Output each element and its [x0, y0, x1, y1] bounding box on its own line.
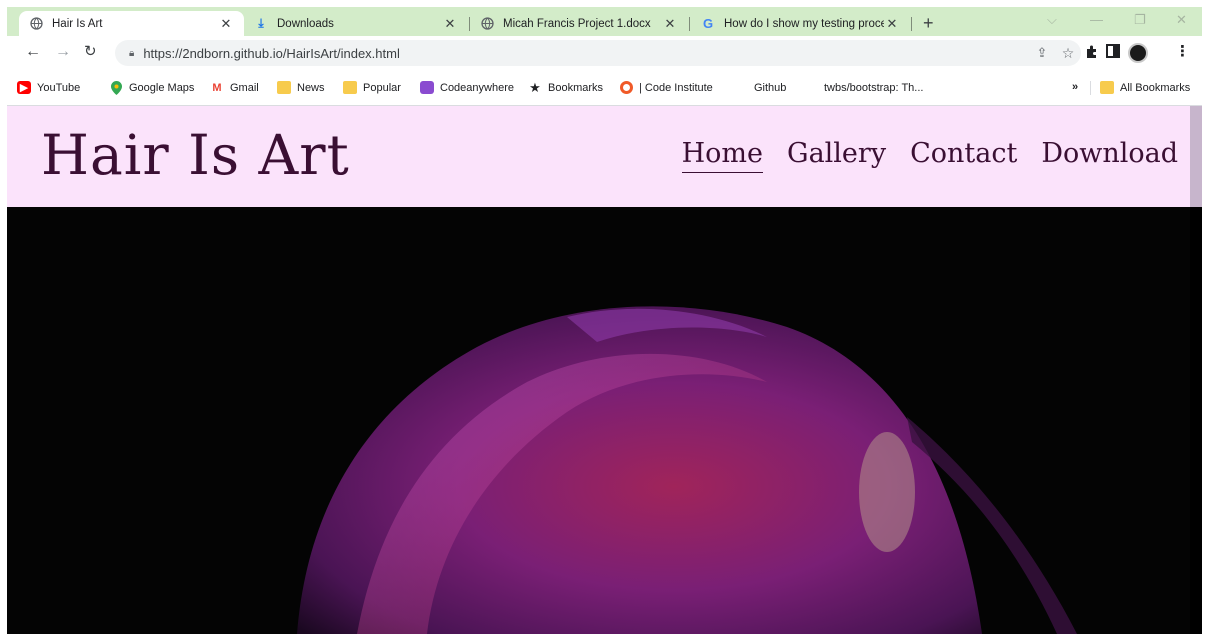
- bookmark-star-icon[interactable]: ☆: [1055, 45, 1081, 62]
- site-header: Hair Is Art Home Gallery Contact Downloa…: [7, 106, 1190, 207]
- page-viewport: Hair Is Art Home Gallery Contact Downloa…: [7, 106, 1202, 634]
- profile-avatar[interactable]: [1128, 43, 1148, 63]
- blank-icon: [734, 81, 748, 94]
- bookmark-gmail[interactable]: M Gmail: [210, 81, 259, 94]
- close-icon[interactable]: ✕: [218, 16, 234, 32]
- tab-micah-francis-project[interactable]: Micah Francis Project 1.docx ✕: [470, 11, 688, 36]
- tab-strip: Hair Is Art ✕ ⤓ Downloads ✕ Micah Franci…: [7, 7, 1202, 36]
- browser-toolbar: ← → ↻ 🔒︎ https://2ndborn.github.io/HairI…: [7, 36, 1202, 69]
- bookmark-label: Google Maps: [129, 81, 195, 94]
- bookmark-label: twbs/bootstrap: Th...: [824, 81, 924, 94]
- all-bookmarks-button[interactable]: All Bookmarks: [1100, 81, 1190, 94]
- bookmark-label: YouTube: [37, 81, 81, 94]
- bookmark-label: News: [297, 81, 325, 94]
- hero-image: [7, 207, 1190, 634]
- site-logo-title[interactable]: Hair Is Art: [41, 123, 350, 187]
- download-icon: ⤓: [258, 16, 264, 30]
- close-icon[interactable]: ✕: [442, 16, 458, 32]
- nav-link-contact[interactable]: Contact: [910, 138, 1017, 173]
- folder-icon: [1100, 81, 1114, 94]
- maps-pin-icon: [109, 80, 123, 95]
- tab-title: Hair Is Art: [52, 17, 103, 30]
- tab-separator: [689, 17, 690, 31]
- browser-window: Hair Is Art ✕ ⤓ Downloads ✕ Micah Franci…: [7, 7, 1202, 634]
- star-icon: ★: [529, 79, 541, 95]
- close-icon[interactable]: ✕: [662, 16, 678, 32]
- site-nav: Home Gallery Contact Download: [681, 138, 1178, 173]
- hero-hair-photo: [7, 207, 1190, 634]
- folder-icon: [343, 81, 357, 94]
- extensions-puzzle-icon[interactable]: [1085, 44, 1100, 63]
- more-menu-icon[interactable]: ⋮: [1175, 44, 1190, 60]
- bookmark-label: Codeanywhere: [440, 81, 514, 94]
- bookmark-codeanywhere[interactable]: Codeanywhere: [420, 81, 514, 94]
- tab-title: Downloads: [277, 17, 334, 30]
- scrollbar-thumb[interactable]: [1190, 106, 1202, 207]
- bookmark-twbs-bootstrap[interactable]: twbs/bootstrap: Th...: [804, 81, 923, 94]
- bookmark-youtube[interactable]: ▶ YouTube: [17, 81, 80, 94]
- bookmark-news[interactable]: News: [277, 81, 325, 94]
- share-icon[interactable]: ⇪: [1029, 45, 1055, 61]
- tab-title: How do I show my testing proce: [724, 17, 884, 30]
- tab-hair-is-art[interactable]: Hair Is Art ✕: [19, 11, 244, 36]
- tab-search-chevron-icon[interactable]: ⌵: [1047, 12, 1057, 28]
- close-icon[interactable]: ✕: [884, 16, 900, 32]
- bookmark-label: Github: [754, 81, 787, 94]
- new-tab-plus-icon[interactable]: +: [923, 14, 934, 32]
- chevron-double-right-icon: »: [1072, 81, 1079, 93]
- bookmarks-bar: ▶ YouTube Google Maps M Gmail News Popul…: [7, 69, 1202, 106]
- code-institute-icon: [620, 81, 633, 94]
- bookmarks-overflow-button[interactable]: »: [1072, 81, 1078, 93]
- tab-title: Micah Francis Project 1.docx: [503, 17, 651, 30]
- bookmark-label: | Code Institute: [639, 81, 713, 94]
- bookmark-label: Popular: [363, 81, 401, 94]
- bookmark-label: Bookmarks: [548, 81, 604, 94]
- bookmark-bookmarks[interactable]: ★ Bookmarks: [528, 79, 604, 95]
- globe-icon: [29, 17, 43, 31]
- nav-link-gallery[interactable]: Gallery: [787, 138, 886, 173]
- bookmark-label: Gmail: [230, 81, 259, 94]
- nav-link-home[interactable]: Home: [681, 138, 763, 173]
- globe-icon: [480, 17, 494, 31]
- lock-icon: 🔒︎: [129, 47, 135, 59]
- side-panel-icon[interactable]: [1106, 44, 1120, 62]
- google-icon: G: [702, 16, 714, 31]
- bookmark-label: All Bookmarks: [1120, 81, 1191, 94]
- back-arrow-icon[interactable]: ←: [25, 44, 41, 60]
- minimize-icon[interactable]: —: [1090, 12, 1103, 27]
- forward-arrow-icon[interactable]: →: [55, 44, 71, 60]
- nav-link-download[interactable]: Download: [1041, 138, 1178, 173]
- page-scrollbar[interactable]: [1190, 106, 1202, 634]
- gmail-icon: M: [212, 81, 222, 94]
- bookmark-google-maps[interactable]: Google Maps: [109, 80, 195, 95]
- restore-icon[interactable]: ❐: [1134, 12, 1146, 28]
- codeanywhere-icon: [420, 81, 434, 94]
- youtube-icon: ▶: [17, 81, 31, 94]
- tab-how-do-i-show-testing[interactable]: G How do I show my testing proce ✕: [691, 11, 910, 36]
- tab-separator: [911, 17, 912, 31]
- address-bar[interactable]: 🔒︎ https://2ndborn.github.io/HairIsArt/i…: [115, 40, 1081, 66]
- bookmark-github[interactable]: Github: [734, 81, 786, 94]
- tab-downloads[interactable]: ⤓ Downloads ✕: [244, 11, 468, 36]
- blank-icon: [804, 81, 818, 94]
- bookmark-separator: [1090, 81, 1091, 95]
- url-text[interactable]: https://2ndborn.github.io/HairIsArt/inde…: [143, 46, 1029, 61]
- close-window-icon[interactable]: ✕: [1176, 12, 1187, 28]
- reload-icon[interactable]: ↻: [84, 44, 97, 60]
- bookmark-code-institute[interactable]: | Code Institute: [620, 81, 713, 94]
- folder-icon: [277, 81, 291, 94]
- bookmark-popular[interactable]: Popular: [343, 81, 401, 94]
